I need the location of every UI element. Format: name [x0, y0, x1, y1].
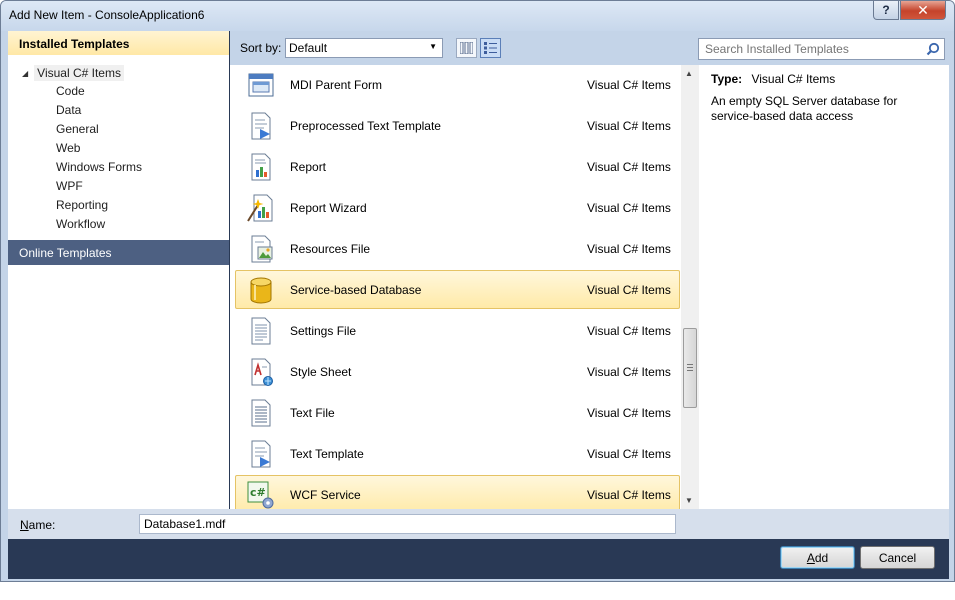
name-label: Name:	[20, 518, 55, 532]
description-pane: Type: Visual C# Items An empty SQL Serve…	[699, 65, 949, 509]
template-name: Service-based Database	[290, 283, 422, 297]
report-wizard-icon	[247, 194, 273, 222]
template-category: Visual C# Items	[587, 160, 671, 174]
template-name: Report	[290, 160, 327, 174]
search-area	[690, 31, 949, 65]
template-name: MDI Parent Form	[290, 78, 383, 92]
template-item-wcf-service[interactable]: c# WCF Service Visual C# Items	[235, 475, 680, 509]
sort-dropdown[interactable]: Default ▼	[285, 38, 443, 58]
tree-item-workflow[interactable]: Workflow	[56, 217, 105, 231]
template-item-style-sheet[interactable]: Style Sheet Visual C# Items	[235, 352, 680, 391]
dropdown-arrow-icon: ▼	[429, 42, 437, 51]
template-category: Visual C# Items	[587, 365, 671, 379]
window-title: Add New Item - ConsoleApplication6	[9, 8, 205, 22]
grip-icon	[687, 364, 693, 371]
search-box[interactable]	[698, 38, 945, 60]
tree-node-visual-csharp-items[interactable]: ◢ Visual C# Items	[22, 65, 124, 81]
template-category: Visual C# Items	[587, 78, 671, 92]
template-name: Settings File	[290, 324, 357, 338]
scroll-up-arrow-icon[interactable]: ▲	[685, 69, 693, 78]
template-item-text-file[interactable]: Text File Visual C# Items	[235, 393, 680, 432]
add-label-text: dd	[814, 550, 829, 565]
report-icon	[251, 153, 271, 181]
template-category: Visual C# Items	[587, 324, 671, 338]
sort-by-label: Sort by:	[240, 41, 282, 55]
settings-file-icon	[251, 317, 271, 345]
tree-item-windows-forms[interactable]: Windows Forms	[56, 160, 142, 174]
template-category: Visual C# Items	[587, 283, 671, 297]
cancel-button[interactable]: Cancel	[860, 546, 935, 569]
template-description: An empty SQL Server database for service…	[711, 94, 898, 123]
scroll-thumb[interactable]	[683, 328, 697, 408]
template-item-settings-file[interactable]: Settings File Visual C# Items	[235, 311, 680, 350]
template-list: MDI Parent Form Visual C# Items Preproce…	[230, 65, 681, 509]
sort-value: Default	[289, 41, 328, 55]
sort-toolbar: Sort by: Default ▼	[230, 31, 690, 65]
template-name: Style Sheet	[290, 365, 352, 379]
medium-icons-view-button[interactable]	[480, 38, 501, 58]
text-file-icon	[251, 399, 271, 427]
scroll-down-arrow-icon[interactable]: ▼	[685, 496, 693, 505]
template-item-service-based-database[interactable]: Service-based Database Visual C# Items	[235, 270, 680, 309]
tree-item-wpf[interactable]: WPF	[56, 179, 83, 193]
template-name: Text Template	[290, 447, 364, 461]
template-category: Visual C# Items	[587, 447, 671, 461]
template-category: Visual C# Items	[587, 119, 671, 133]
template-item-preprocessed-text-template[interactable]: Preprocessed Text Template Visual C# Ite…	[235, 106, 680, 145]
text-template-icon	[251, 112, 271, 140]
close-button[interactable]: ✕	[900, 1, 946, 20]
template-name: Resources File	[290, 242, 371, 256]
name-label-text: ame:	[28, 518, 56, 532]
tree-item-reporting[interactable]: Reporting	[56, 198, 108, 212]
tree-item-general[interactable]: General	[56, 122, 99, 136]
add-mnemonic: A	[806, 550, 815, 565]
online-templates-header[interactable]: Online Templates	[8, 240, 229, 265]
add-button[interactable]: Add	[780, 546, 855, 569]
expand-arrow-icon[interactable]: ◢	[22, 69, 28, 78]
database-icon	[250, 277, 272, 304]
mdi-form-icon	[248, 73, 274, 97]
tree-node-label: Visual C# Items	[34, 65, 124, 81]
template-category: Visual C# Items	[587, 488, 671, 502]
name-label-mnemonic: N	[20, 518, 29, 532]
search-icon[interactable]	[926, 42, 940, 56]
title-bar[interactable]: Add New Item - ConsoleApplication6 ? ✕	[1, 1, 954, 31]
grid-view-icon	[460, 42, 473, 54]
text-template-icon	[251, 440, 271, 468]
dialog-client-area: Installed Templates ◢ Visual C# Items Co…	[8, 31, 949, 579]
template-name: Preprocessed Text Template	[290, 119, 441, 133]
search-input[interactable]	[705, 42, 915, 56]
template-type: Type: Visual C# Items	[711, 72, 835, 86]
svg-text:c#: c#	[250, 486, 266, 499]
tree-item-data[interactable]: Data	[56, 103, 81, 117]
template-item-text-template[interactable]: Text Template Visual C# Items	[235, 434, 680, 473]
template-list-scrollbar[interactable]: ▲ ▼	[681, 65, 699, 509]
template-name: Report Wizard	[290, 201, 367, 215]
template-name: WCF Service	[290, 488, 361, 502]
name-bar: Name:	[8, 509, 949, 539]
name-input[interactable]	[139, 514, 676, 534]
type-value: Visual C# Items	[751, 72, 836, 86]
resources-file-icon	[251, 235, 273, 263]
wcf-service-icon: c#	[247, 481, 274, 509]
template-category: Visual C# Items	[587, 201, 671, 215]
installed-templates-header[interactable]: Installed Templates	[8, 31, 229, 55]
template-item-mdi-parent-form[interactable]: MDI Parent Form Visual C# Items	[235, 65, 680, 104]
style-sheet-icon	[251, 358, 273, 386]
template-name: Text File	[290, 406, 335, 420]
help-button[interactable]: ?	[873, 1, 899, 20]
dialog-window: Add New Item - ConsoleApplication6 ? ✕ I…	[0, 0, 955, 582]
tree-item-web[interactable]: Web	[56, 141, 80, 155]
type-label: Type:	[711, 72, 743, 86]
list-view-icon	[484, 42, 497, 54]
template-category: Visual C# Items	[587, 242, 671, 256]
tree-item-code[interactable]: Code	[56, 84, 85, 98]
template-item-report-wizard[interactable]: Report Wizard Visual C# Items	[235, 188, 680, 227]
template-category: Visual C# Items	[587, 406, 671, 420]
template-item-resources-file[interactable]: Resources File Visual C# Items	[235, 229, 680, 268]
template-item-report[interactable]: Report Visual C# Items	[235, 147, 680, 186]
small-icons-view-button[interactable]	[456, 38, 477, 58]
template-tree-pane: Installed Templates ◢ Visual C# Items Co…	[8, 31, 229, 509]
